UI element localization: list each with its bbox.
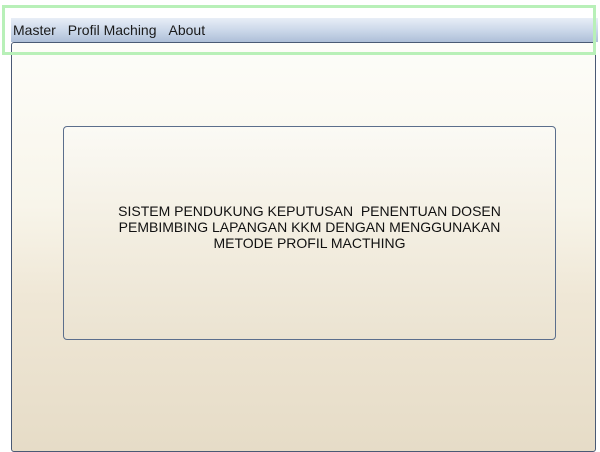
app-title-line-1: SISTEM PENDUKUNG KEPUTUSAN PENENTUAN DOS… (118, 203, 501, 219)
menu-item-about[interactable]: About (163, 18, 212, 42)
menu-bar: Master Profil Maching About (11, 18, 598, 42)
menu-item-master[interactable]: Master (11, 18, 62, 42)
app-title: SISTEM PENDUKUNG KEPUTUSAN PENENTUAN DOS… (75, 203, 545, 251)
app-title-line-3: METODE PROFIL MACTHING (213, 235, 406, 251)
menu-item-profil-maching[interactable]: Profil Maching (62, 18, 163, 42)
app-title-line-2: PEMBIMBING LAPANGAN KKM DENGAN MENGGUNAK… (118, 219, 501, 235)
title-panel: SISTEM PENDUKUNG KEPUTUSAN PENENTUAN DOS… (63, 126, 556, 340)
app-window: Master Profil Maching About SISTEM PENDU… (0, 0, 600, 452)
